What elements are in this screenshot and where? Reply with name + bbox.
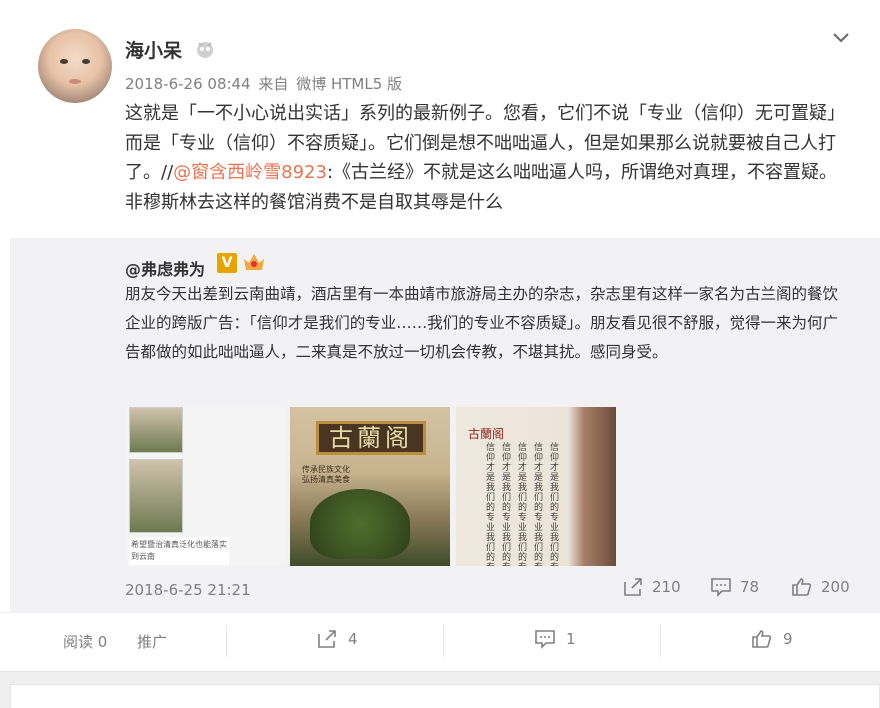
post-action-bar: 阅读 0 推广 4 1 9 xyxy=(0,612,880,672)
post-meta: 2018-6-26 08:44 来自 微博 HTML5 版 xyxy=(125,73,405,94)
verified-badge[interactable]: V xyxy=(217,253,237,273)
image-caption: 希望暨治清真泛化也能落实到云南 xyxy=(129,537,229,565)
share-button[interactable]: 4 xyxy=(316,629,358,649)
avatar-mouth xyxy=(69,79,81,84)
calligraphy-column: 信仰才是我们的专业我们的专业不容质疑 xyxy=(486,443,496,566)
repost-like-button[interactable]: 200 xyxy=(791,577,850,597)
like-icon xyxy=(752,630,772,648)
share-icon xyxy=(318,630,336,648)
repost-image-1[interactable]: 希望暨治清真泛化也能落实到云南 xyxy=(125,407,285,566)
next-post-card xyxy=(10,684,880,708)
like-icon xyxy=(792,578,812,596)
repost-image-3[interactable]: 古蘭阁 信仰才是我们的专业我们的专业不容质疑 信仰才是我们的专业我们的专业不容质… xyxy=(456,407,616,566)
restaurant-sign: 古蘭阁 xyxy=(316,421,426,455)
divider xyxy=(660,625,661,657)
like-count: 9 xyxy=(783,630,793,648)
weibo-post-card: 海小呆 2018-6-26 08:44 来自 微博 HTML5 版 这就是「一不… xyxy=(0,0,880,672)
image-text-line: 传承民族文化 xyxy=(302,465,350,474)
user-badge-icon xyxy=(197,42,213,58)
image-photo xyxy=(129,407,183,453)
post-username[interactable]: 海小呆 xyxy=(125,36,182,63)
calligraphy-column: 信仰才是我们的专业我们的专业不容质疑 xyxy=(502,443,512,566)
crown-icon[interactable] xyxy=(242,251,266,273)
image-text-line: 弘扬清真美食 xyxy=(302,475,350,484)
post-timestamp[interactable]: 2018-6-26 08:44 xyxy=(125,75,251,93)
repost-text: 朋友今天出差到云南曲靖，酒店里有一本曲靖市旅游局主办的杂志，杂志里有这样一家名为… xyxy=(125,285,839,361)
comment-icon xyxy=(711,578,731,597)
share-icon xyxy=(624,578,642,596)
comment-count: 78 xyxy=(740,578,760,596)
repost-share-button[interactable]: 210 xyxy=(622,577,681,597)
post-text: 这就是「一不小心说出实话」系列的最新例子。您看，它们不说「专业（信仰）无可置疑」… xyxy=(125,99,845,217)
avatar-eye xyxy=(60,59,68,64)
source-prefix: 来自 xyxy=(258,75,289,93)
repost-date[interactable]: 2018-6-25 21:21 xyxy=(125,581,251,599)
divider xyxy=(443,625,444,657)
repost-image-2[interactable]: 古蘭阁 传承民族文化 弘扬清真美食 xyxy=(290,407,450,566)
comment-count: 1 xyxy=(566,630,576,648)
calligraphy-column: 信仰才是我们的专业我们的专业不容质疑 xyxy=(534,443,544,566)
tree-graphic xyxy=(310,489,410,559)
share-count: 4 xyxy=(348,630,358,648)
menu-chevron-down-icon[interactable] xyxy=(830,26,852,48)
like-count: 200 xyxy=(821,578,850,596)
avatar[interactable] xyxy=(38,29,112,103)
calligraphy-column: 信仰才是我们的专业我们的专业不容质疑 xyxy=(518,443,528,566)
repost-username[interactable]: @弗虑弗为 xyxy=(125,256,205,280)
mention-link[interactable]: @窗含西岭雪8923 xyxy=(173,162,327,183)
comment-button[interactable]: 1 xyxy=(534,629,576,649)
read-count: 阅读 0 xyxy=(63,633,108,651)
like-button[interactable]: 9 xyxy=(751,629,793,649)
image-text: 传承民族文化 弘扬清真美食 xyxy=(302,465,350,485)
promote-button[interactable]: 推广 xyxy=(137,631,167,652)
repost-comment-button[interactable]: 78 xyxy=(710,577,759,597)
calligraphy-column: 信仰才是我们的专业我们的专业不容质疑 xyxy=(550,443,560,566)
share-count: 210 xyxy=(652,578,681,596)
avatar-eye xyxy=(82,59,90,64)
restaurant-logo: 古蘭阁 xyxy=(468,427,505,441)
post-source[interactable]: 微博 HTML5 版 xyxy=(296,75,402,93)
divider xyxy=(226,625,227,657)
repost-block: @弗虑弗为 V 朋友今天出差到云南曲靖，酒店里有一本曲靖市旅游局主办的杂志，杂志… xyxy=(10,238,880,612)
image-photo xyxy=(129,459,183,533)
comment-icon xyxy=(535,630,555,649)
